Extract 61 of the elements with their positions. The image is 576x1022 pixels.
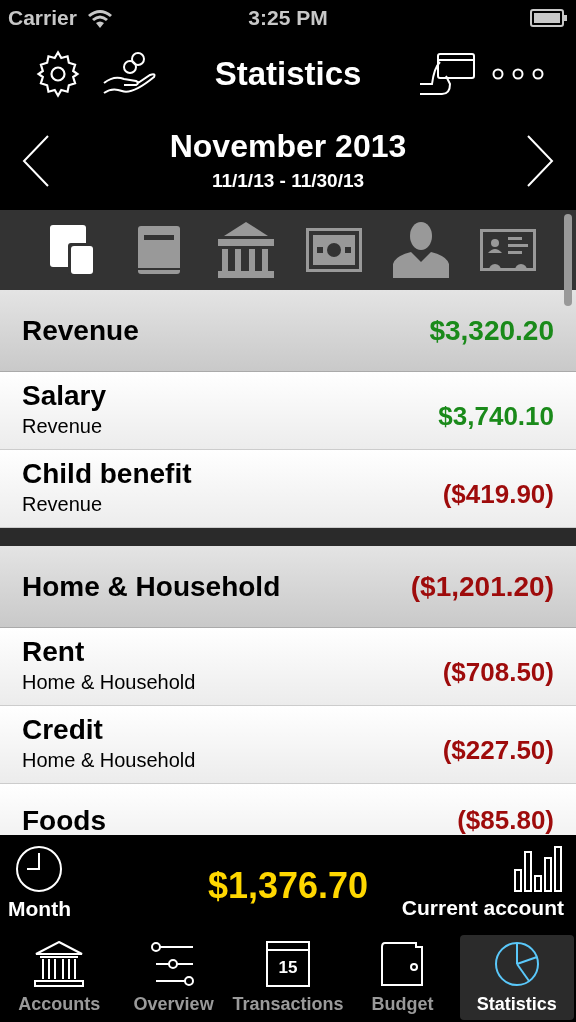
banknote-icon — [305, 228, 362, 272]
hand-card-icon — [418, 52, 476, 96]
group-name: Home & Household — [22, 569, 281, 604]
category-row[interactable]: Rent Home & Household ($708.50) — [0, 628, 576, 706]
date-range: 11/1/13 - 11/30/13 — [211, 168, 365, 193]
tab-bar-item[interactable]: Accounts — [2, 935, 117, 1020]
next-month-button[interactable] — [526, 135, 554, 187]
account-button[interactable]: Current account — [401, 846, 568, 924]
period-title: November 2013 — [169, 126, 407, 165]
chevron-left-icon — [22, 135, 50, 187]
carrier-label: Carrier — [8, 5, 77, 32]
tab-bar-item[interactable]: Budget — [345, 935, 460, 1020]
category-group: Home & Household — [22, 746, 196, 773]
category-name: Child benefit — [22, 456, 192, 491]
category-name: Credit — [22, 712, 104, 747]
group-header[interactable]: Revenue $3,320.20 — [0, 290, 576, 372]
group-total: $3,320.20 — [429, 313, 554, 348]
tab-bar-item[interactable]: Overview — [116, 935, 231, 1020]
category-amount: ($419.90) — [442, 478, 554, 511]
clock-icon — [15, 845, 64, 894]
previous-month-button[interactable] — [22, 135, 50, 187]
person-icon — [392, 222, 449, 278]
balance-amount: $1,376.70 — [207, 864, 369, 908]
category-amount: $3,740.10 — [438, 400, 554, 433]
wallet-icon — [380, 941, 425, 987]
category-group: Revenue — [22, 490, 192, 517]
category-group: Home & Household — [22, 668, 196, 695]
category-row[interactable]: Child benefit Revenue ($419.90) — [0, 450, 576, 528]
calendar-day: 15 — [268, 951, 308, 985]
id-card-icon — [480, 229, 537, 271]
wifi-icon — [86, 8, 113, 28]
bar-chart-icon — [514, 846, 562, 893]
category-group: Revenue — [22, 412, 107, 439]
bank-icon — [33, 941, 86, 987]
group-header[interactable]: Home & Household ($1,201.20) — [0, 546, 576, 628]
book-icon — [138, 226, 180, 274]
category-amount: ($227.50) — [442, 734, 554, 767]
period-button[interactable]: Month — [8, 845, 71, 925]
group-total: ($1,201.20) — [410, 569, 554, 604]
category-amount: ($85.80) — [457, 804, 554, 835]
chevron-right-icon — [526, 135, 554, 187]
more-icon — [492, 68, 544, 80]
category-row[interactable]: Foods ($85.80) — [0, 784, 576, 835]
bank-icon — [218, 222, 275, 278]
battery-icon — [530, 9, 568, 27]
tab-bar-item[interactable]: Statistics — [459, 935, 575, 1020]
clock-time: 3:25 PM — [248, 5, 328, 32]
category-name: Foods — [22, 803, 106, 835]
sliders-icon — [150, 941, 197, 987]
devices-icon — [49, 225, 94, 275]
category-row[interactable]: Credit Home & Household ($227.50) — [0, 706, 576, 784]
card-payment-button[interactable] — [418, 52, 476, 96]
category-row[interactable]: Salary Revenue $3,740.10 — [0, 372, 576, 450]
screen-title: Statistics — [214, 54, 362, 95]
pie-chart-icon — [493, 941, 540, 987]
category-name: Rent — [22, 634, 86, 669]
tab-bar-item[interactable]: 15 Transactions — [230, 935, 346, 1020]
more-button[interactable] — [492, 68, 544, 80]
category-amount: ($708.50) — [442, 656, 554, 689]
category-name: Salary — [22, 378, 107, 413]
group-name: Revenue — [22, 313, 139, 348]
